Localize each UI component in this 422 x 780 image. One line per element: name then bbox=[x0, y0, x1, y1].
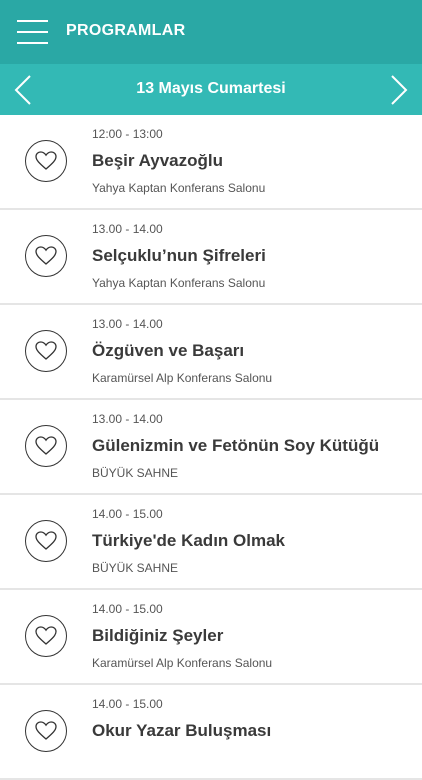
list-item[interactable]: 14.00 - 15.00 Bildiğiniz Şeyler Karamürs… bbox=[0, 590, 422, 685]
program-list: 12:00 - 13:00 Beşir Ayvazoğlu Yahya Kapt… bbox=[0, 115, 422, 780]
page-title: PROGRAMLAR bbox=[66, 22, 186, 39]
heart-icon[interactable] bbox=[25, 330, 67, 372]
event-title: Türkiye'de Kadın Olmak bbox=[92, 531, 285, 550]
heart-icon[interactable] bbox=[25, 710, 67, 752]
event-venue: Karamürsel Alp Konferans Salonu bbox=[92, 656, 273, 670]
selected-date: 13 Mayıs Cumartesi bbox=[136, 80, 286, 97]
event-title: Bildiğiniz Şeyler bbox=[92, 626, 224, 645]
heart-icon[interactable] bbox=[25, 520, 67, 562]
event-venue: BÜYÜK SAHNE bbox=[92, 466, 179, 480]
heart-icon[interactable] bbox=[25, 425, 67, 467]
event-venue: Yahya Kaptan Konferans Salonu bbox=[92, 276, 266, 290]
event-venue: BÜYÜK SAHNE bbox=[92, 561, 179, 575]
list-item[interactable]: 14.00 - 15.00 Türkiye'de Kadın Olmak BÜY… bbox=[0, 495, 422, 590]
event-title: Beşir Ayvazoğlu bbox=[92, 151, 224, 170]
event-title: Okur Yazar Buluşması bbox=[92, 721, 272, 740]
event-title: Gülenizmin ve Fetönün Soy Kütüğü bbox=[92, 436, 380, 455]
list-item[interactable]: 13.00 - 14.00 Özgüven ve Başarı Karamürs… bbox=[0, 305, 422, 400]
hamburger-menu-icon[interactable] bbox=[17, 18, 48, 46]
list-item[interactable]: 14.00 - 15.00 Okur Yazar Buluşması bbox=[0, 685, 422, 780]
event-venue: Karamürsel Alp Konferans Salonu bbox=[92, 371, 273, 385]
event-title: Selçuklu’nun Şifreleri bbox=[92, 246, 266, 265]
list-item[interactable]: 12:00 - 13:00 Beşir Ayvazoğlu Yahya Kapt… bbox=[0, 115, 422, 210]
list-item[interactable]: 13.00 - 14.00 Selçuklu’nun Şifreleri Yah… bbox=[0, 210, 422, 305]
heart-icon[interactable] bbox=[25, 235, 67, 277]
app-header: PROGRAMLAR bbox=[0, 0, 422, 64]
event-time: 13.00 - 14.00 bbox=[92, 412, 163, 426]
event-title: Özgüven ve Başarı bbox=[92, 341, 245, 360]
event-venue: Yahya Kaptan Konferans Salonu bbox=[92, 181, 266, 195]
event-time: 14.00 - 15.00 bbox=[92, 602, 163, 616]
date-navigation-bar: 13 Mayıs Cumartesi bbox=[0, 64, 422, 115]
heart-icon[interactable] bbox=[25, 140, 67, 182]
event-time: 13.00 - 14.00 bbox=[92, 317, 163, 331]
event-time: 14.00 - 15.00 bbox=[92, 507, 163, 521]
event-time: 13.00 - 14.00 bbox=[92, 222, 163, 236]
chevron-right-icon[interactable] bbox=[384, 73, 414, 107]
list-item[interactable]: 13.00 - 14.00 Gülenizmin ve Fetönün Soy … bbox=[0, 400, 422, 495]
event-time: 12:00 - 13:00 bbox=[92, 127, 163, 141]
heart-icon[interactable] bbox=[25, 615, 67, 657]
event-time: 14.00 - 15.00 bbox=[92, 697, 163, 711]
